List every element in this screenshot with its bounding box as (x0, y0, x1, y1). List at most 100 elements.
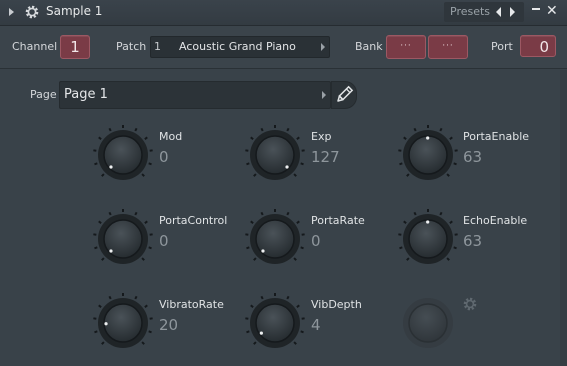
knob-tick (399, 246, 403, 250)
knob-mod[interactable] (92, 124, 154, 186)
knob-indicator (261, 249, 265, 253)
page-selector[interactable]: Page 1 (59, 81, 331, 109)
knob-tick (260, 295, 264, 300)
knob-tick (94, 246, 98, 250)
collapse-arrow-icon[interactable] (9, 8, 14, 16)
knob-indicator (285, 165, 289, 169)
knob-exp[interactable] (244, 124, 306, 186)
knob-tick (250, 304, 254, 308)
knob-tick (296, 304, 300, 308)
knob-tick (286, 127, 290, 132)
port-label: Port (491, 40, 513, 53)
knob-tick (141, 341, 145, 345)
knob-tick (141, 173, 145, 177)
gear-icon[interactable] (462, 296, 478, 312)
presets-button[interactable]: Presets (450, 5, 490, 18)
param-value: 20 (159, 316, 179, 334)
knob-graphic (398, 209, 458, 264)
knob-indicator (426, 136, 430, 140)
param-label: PortaRate (311, 214, 365, 227)
param-label: PortaControl (159, 214, 228, 227)
knob-body (103, 219, 143, 259)
knob-vib-depth[interactable] (244, 292, 306, 354)
knob-echo-enable[interactable] (397, 208, 459, 270)
knob-tick (144, 304, 148, 308)
knob-body (103, 135, 143, 175)
midi-control-bar: Channel 1 Patch 1 Acoustic Grand Piano B… (0, 26, 567, 69)
knob-porta-enable[interactable] (397, 124, 459, 186)
knob-tick (439, 127, 443, 132)
knob-tick (246, 162, 250, 166)
knob-tick (439, 211, 443, 216)
knob-indicator (426, 220, 430, 224)
knob-tick (144, 220, 148, 224)
knob-tick (148, 246, 152, 250)
gear-icon[interactable] (24, 4, 40, 20)
knob-unassigned[interactable] (397, 292, 459, 354)
knob-tick (94, 330, 98, 334)
knob-tick (250, 220, 254, 224)
knob-indicator (109, 249, 113, 253)
knob-graphic (403, 298, 453, 348)
knob-graphic (245, 125, 305, 180)
knob-body (408, 303, 448, 343)
scrollbar-track[interactable] (560, 70, 567, 366)
patch-number: 1 (154, 40, 161, 53)
bank-label: Bank (355, 40, 383, 53)
knob-tick (101, 257, 105, 261)
knob-vibrato-rate[interactable] (92, 292, 154, 354)
param-label: EchoEnable (463, 214, 528, 227)
channel-label: Channel (12, 40, 58, 53)
knob-tick (300, 246, 304, 250)
param-label: Mod (159, 130, 183, 143)
knob-tick (446, 257, 450, 261)
knob-tick (449, 136, 453, 140)
param-label: PortaEnable (463, 130, 530, 143)
knob-tick (260, 127, 264, 132)
presets-control: Presets (444, 2, 524, 22)
param-value: 0 (311, 232, 321, 250)
knob-tick (148, 330, 152, 334)
knob-tick (446, 173, 450, 177)
knob-tick (300, 162, 304, 166)
port-field[interactable]: 0 (520, 35, 556, 57)
title-bar: Sample 1 Presets ✕ (0, 0, 567, 26)
edit-page-button[interactable] (331, 81, 357, 109)
page-value: Page 1 (64, 87, 108, 102)
knob-indicator (104, 322, 108, 326)
channel-field[interactable]: 1 (60, 35, 90, 59)
knob-tick (399, 162, 403, 166)
knob-graphic (93, 209, 153, 264)
knob-graphic (93, 293, 153, 348)
knob-graphic (245, 293, 305, 348)
knob-tick (253, 173, 257, 177)
knob-body (408, 219, 448, 259)
knob-tick (406, 173, 410, 177)
knob-tick (94, 162, 98, 166)
param-value: 0 (159, 148, 169, 166)
knob-tick (108, 211, 112, 216)
knob-body (255, 303, 295, 343)
knob-tick (108, 295, 112, 300)
patch-selector[interactable]: 1 Acoustic Grand Piano (150, 36, 330, 58)
knob-tick (286, 211, 290, 216)
param-value: 0 (159, 232, 169, 250)
param-value: 63 (463, 232, 483, 250)
param-label: VibDepth (311, 298, 362, 311)
knob-tick (253, 341, 257, 345)
knob-tick (296, 136, 300, 140)
preset-next-icon[interactable] (510, 7, 515, 17)
minimize-icon[interactable] (532, 8, 540, 10)
preset-prev-icon[interactable] (496, 7, 501, 17)
knob-porta-control[interactable] (92, 208, 154, 270)
bank-msb-field[interactable]: ··· (386, 35, 426, 59)
bank-lsb-field[interactable]: ··· (428, 35, 468, 59)
patch-arrow-icon (321, 43, 325, 51)
param-label: VibratoRate (159, 298, 224, 311)
page-arrow-icon (322, 91, 326, 99)
knob-porta-rate[interactable] (244, 208, 306, 270)
close-icon[interactable]: ✕ (546, 3, 558, 19)
knob-tick (134, 211, 138, 216)
knob-tick (260, 211, 264, 216)
knob-tick (300, 330, 304, 334)
